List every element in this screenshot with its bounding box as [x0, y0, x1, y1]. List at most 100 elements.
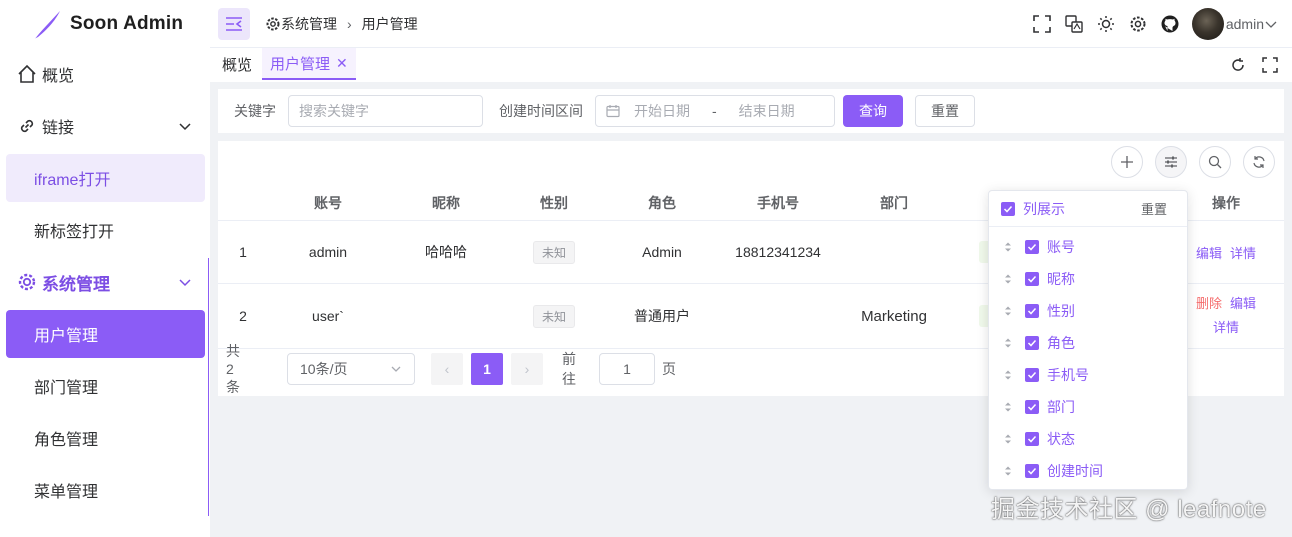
check-icon	[1027, 339, 1037, 347]
breadcrumb-item-current: 用户管理	[361, 16, 418, 32]
column-header-gender[interactable]: 性别	[514, 185, 594, 220]
column-checkbox[interactable]	[1025, 464, 1039, 478]
column-option[interactable]: 创建时间	[1003, 455, 1103, 487]
select-all-checkbox[interactable]	[1001, 201, 1015, 216]
tab-label: 用户管理	[270, 55, 331, 73]
column-option[interactable]: 部门	[1003, 391, 1075, 423]
github-button[interactable]	[1154, 8, 1186, 40]
menu-collapse-button[interactable]	[218, 8, 250, 40]
popover-reset-button[interactable]: 重置	[1141, 199, 1167, 218]
start-date-placeholder[interactable]: 开始日期	[634, 101, 690, 121]
drag-handle-icon[interactable]	[1003, 401, 1013, 413]
add-button[interactable]	[1111, 146, 1143, 178]
column-option[interactable]: 昵称	[1003, 263, 1075, 295]
column-settings-button[interactable]	[1155, 146, 1187, 178]
theme-toggle-button[interactable]	[1090, 8, 1122, 40]
sidebar-item-roles[interactable]: 角色管理	[6, 414, 205, 462]
column-header-dept[interactable]: 部门	[844, 185, 944, 220]
sun-icon	[1097, 16, 1114, 32]
drag-handle-icon[interactable]	[1003, 369, 1013, 381]
page-number-current[interactable]: 1	[471, 353, 503, 385]
goto-page-input[interactable]: 1	[599, 353, 655, 385]
column-header-role[interactable]: 角色	[612, 185, 712, 220]
prev-page-button[interactable]: ‹	[431, 353, 463, 385]
page-size-select[interactable]: 10条/页	[287, 353, 415, 385]
check-icon	[1003, 205, 1013, 213]
search-icon	[1208, 155, 1222, 169]
column-checkbox[interactable]	[1025, 368, 1039, 382]
chevron-down-icon	[179, 279, 191, 287]
drag-handle-icon[interactable]	[1003, 465, 1013, 477]
query-button[interactable]: 查询	[843, 95, 903, 127]
column-option[interactable]: 账号	[1003, 231, 1075, 263]
settings-button[interactable]	[1122, 8, 1154, 40]
cell-gender: 未知	[514, 284, 594, 348]
edit-link[interactable]: 编辑	[1230, 292, 1256, 316]
edit-link[interactable]: 编辑	[1196, 243, 1222, 262]
sidebar-item-iframe[interactable]: iframe打开	[6, 154, 205, 202]
refresh-button[interactable]	[1243, 146, 1275, 178]
drag-handle-icon[interactable]	[1003, 273, 1013, 285]
fullscreen-button[interactable]	[1026, 8, 1058, 40]
tab-user-management[interactable]: 用户管理 ✕	[262, 48, 356, 80]
end-date-placeholder[interactable]: 结束日期	[739, 101, 795, 121]
breadcrumb-item[interactable]: 系统管理	[281, 14, 337, 34]
gear-icon	[1130, 16, 1146, 32]
check-icon	[1027, 467, 1037, 475]
column-checkbox[interactable]	[1025, 272, 1039, 286]
column-checkbox[interactable]	[1025, 400, 1039, 414]
sidebar-item-system[interactable]: 系统管理	[6, 258, 205, 306]
sidebar: Soon Admin 概览 链接 iframe打开 新标签打开 系统管理 用户管…	[0, 0, 210, 537]
sidebar-item-users[interactable]: 用户管理	[6, 310, 205, 358]
close-icon[interactable]: ✕	[336, 55, 348, 72]
maximize-tab-button[interactable]	[1258, 54, 1282, 76]
sidebar-item-menus[interactable]: 菜单管理	[6, 466, 205, 514]
sidebar-item-label: 角色管理	[34, 432, 99, 449]
refresh-icon	[1232, 58, 1244, 71]
row-index: 1	[239, 244, 247, 260]
check-icon	[1027, 371, 1037, 379]
column-option[interactable]: 状态	[1003, 423, 1075, 455]
column-header-account[interactable]: 账号	[278, 185, 378, 220]
plus-icon	[1121, 156, 1133, 168]
sidebar-item-new-tab[interactable]: 新标签打开	[6, 206, 205, 254]
reset-button[interactable]: 重置	[915, 95, 975, 127]
user-name[interactable]: admin	[1226, 16, 1264, 32]
drag-handle-icon[interactable]	[1003, 305, 1013, 317]
column-option[interactable]: 角色	[1003, 327, 1075, 359]
logo-feather-icon	[33, 11, 60, 40]
drag-handle-icon[interactable]	[1003, 241, 1013, 253]
translate-button[interactable]	[1058, 8, 1090, 40]
popover-title: 列展示	[1023, 200, 1065, 217]
column-header-phone[interactable]: 手机号	[718, 185, 838, 220]
column-option[interactable]: 手机号	[1003, 359, 1089, 391]
column-option[interactable]: 性别	[1003, 295, 1075, 327]
detail-link[interactable]: 详情	[1213, 316, 1239, 340]
next-page-button[interactable]: ›	[511, 353, 543, 385]
column-checkbox[interactable]	[1025, 304, 1039, 318]
sidebar-item-links[interactable]: 链接	[6, 102, 205, 150]
column-checkbox[interactable]	[1025, 432, 1039, 446]
delete-link[interactable]: 删除	[1196, 292, 1222, 316]
avatar[interactable]	[1191, 8, 1224, 40]
check-icon	[1027, 275, 1037, 283]
refresh-icon	[1253, 156, 1265, 168]
search-toggle-button[interactable]	[1199, 146, 1231, 178]
tab-overview[interactable]: 概览	[222, 48, 252, 80]
drag-handle-icon[interactable]	[1003, 337, 1013, 349]
column-header-actions: 操作	[1212, 194, 1240, 211]
breadcrumb: 系统管理 › 用户管理	[265, 14, 418, 34]
drag-handle-icon[interactable]	[1003, 433, 1013, 445]
column-header-nickname[interactable]: 昵称	[386, 185, 506, 220]
chevron-down-icon[interactable]	[1264, 17, 1278, 31]
column-checkbox[interactable]	[1025, 240, 1039, 254]
total-count: 共 2 条	[226, 343, 240, 395]
keyword-input[interactable]: 搜索关键字	[288, 95, 483, 127]
refresh-tab-button[interactable]	[1226, 54, 1250, 76]
sidebar-item-overview[interactable]: 概览	[6, 50, 205, 98]
date-range-picker[interactable]: 开始日期 - 结束日期	[595, 95, 835, 127]
column-checkbox[interactable]	[1025, 336, 1039, 350]
sidebar-item-departments[interactable]: 部门管理	[6, 362, 205, 410]
detail-link[interactable]: 详情	[1230, 243, 1256, 262]
gender-tag: 未知	[532, 240, 575, 264]
